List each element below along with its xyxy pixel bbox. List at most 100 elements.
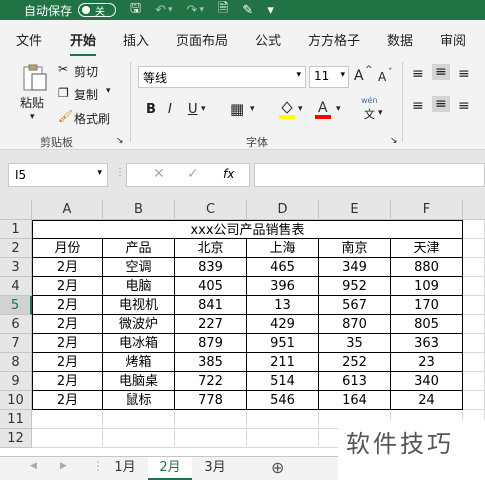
row-header-10[interactable]: 10: [0, 391, 32, 410]
spreadsheet-grid[interactable]: A B C D E F 1 2 3 4 5 6 7 8 9 10 11 12 xxx公司产品销售表 月份…: [0, 200, 485, 456]
cut-button[interactable]: 剪切: [74, 63, 98, 80]
row-header-8[interactable]: 8: [0, 353, 32, 372]
table-cell[interactable]: 396: [247, 277, 319, 296]
header-cell[interactable]: 上海: [247, 239, 319, 258]
tab-file[interactable]: 文件: [16, 30, 42, 49]
table-cell[interactable]: 电视机: [103, 296, 175, 315]
empty-cell[interactable]: [463, 277, 485, 296]
borders-dropdown-icon[interactable]: ▾: [250, 104, 255, 114]
sheet-tab-jan[interactable]: 1月: [104, 457, 146, 480]
table-cell[interactable]: 514: [247, 372, 319, 391]
table-cell[interactable]: 465: [247, 258, 319, 277]
redo-icon[interactable]: ↷: [187, 3, 198, 18]
tab-formulas[interactable]: 公式: [255, 30, 281, 49]
align-top-icon[interactable]: ≡: [412, 66, 424, 82]
table-cell[interactable]: 2月: [32, 258, 103, 277]
sheet-tab-mar[interactable]: 3月: [194, 457, 236, 480]
paste-icon[interactable]: [20, 64, 50, 92]
format-painter-button[interactable]: 格式刷: [74, 110, 110, 127]
column-header-f[interactable]: F: [391, 200, 463, 220]
empty-cell[interactable]: [463, 239, 485, 258]
scroll-left-icon[interactable]: ◀: [30, 461, 37, 471]
sheet-title-cell[interactable]: xxx公司产品销售表: [32, 220, 463, 239]
table-cell[interactable]: 546: [247, 391, 319, 410]
column-header-e[interactable]: E: [319, 200, 391, 220]
copy-dropdown-icon[interactable]: ▾: [106, 86, 111, 96]
phonetic-button[interactable]: 文: [364, 106, 375, 122]
header-cell[interactable]: 产品: [103, 239, 175, 258]
table-cell[interactable]: 613: [319, 372, 391, 391]
table-cell[interactable]: 880: [391, 258, 463, 277]
table-cell[interactable]: 839: [175, 258, 247, 277]
underline-button[interactable]: U: [188, 102, 198, 117]
header-cell[interactable]: 北京: [175, 239, 247, 258]
table-cell[interactable]: 778: [175, 391, 247, 410]
table-cell[interactable]: 2月: [32, 334, 103, 353]
scroll-right-icon[interactable]: ▶: [60, 461, 67, 471]
tab-page-layout[interactable]: 页面布局: [176, 30, 228, 49]
redo-dropdown-icon[interactable]: ▾: [199, 5, 204, 15]
empty-cell[interactable]: [463, 258, 485, 277]
row-header-11[interactable]: 11: [0, 410, 32, 429]
file-icon[interactable]: 🗎: [218, 0, 228, 21]
empty-cell[interactable]: [463, 353, 485, 372]
sheet-tab-feb[interactable]: 2月: [148, 457, 192, 480]
shrink-font-button[interactable]: A: [378, 70, 386, 84]
empty-cell[interactable]: [175, 410, 247, 429]
row-header-5[interactable]: 5: [0, 296, 32, 315]
row-header-1[interactable]: 1: [0, 220, 32, 239]
table-cell[interactable]: 烤箱: [103, 353, 175, 372]
column-header-b[interactable]: B: [103, 200, 175, 220]
select-all-corner[interactable]: [0, 200, 32, 220]
grow-font-button[interactable]: A: [354, 68, 364, 84]
column-header-a[interactable]: A: [32, 200, 103, 220]
font-color-dropdown-icon[interactable]: ▾: [336, 104, 341, 114]
table-cell[interactable]: 2月: [32, 391, 103, 410]
align-bottom-icon[interactable]: ≡: [458, 66, 470, 82]
column-header-c[interactable]: C: [175, 200, 247, 220]
autosave-toggle[interactable]: 关: [78, 3, 117, 18]
customize-toolbar-icon[interactable]: ▾: [267, 3, 274, 18]
paste-button[interactable]: 粘贴: [20, 94, 44, 111]
undo-dropdown-icon[interactable]: ▾: [168, 5, 173, 15]
empty-cell[interactable]: [463, 334, 485, 353]
table-cell[interactable]: 13: [247, 296, 319, 315]
row-header-12[interactable]: 12: [0, 429, 32, 448]
tab-review[interactable]: 审阅: [440, 30, 466, 49]
name-box[interactable]: I5 ▾: [8, 163, 108, 187]
cancel-icon[interactable]: ✕: [153, 166, 165, 182]
align-right-icon[interactable]: ≡: [458, 98, 470, 114]
table-cell[interactable]: 170: [391, 296, 463, 315]
table-cell[interactable]: 567: [319, 296, 391, 315]
table-cell[interactable]: 952: [319, 277, 391, 296]
header-cell[interactable]: 南京: [319, 239, 391, 258]
table-cell[interactable]: 164: [319, 391, 391, 410]
phonetic-dropdown-icon[interactable]: ▾: [378, 108, 383, 118]
table-cell[interactable]: 2月: [32, 353, 103, 372]
tab-data[interactable]: 数据: [387, 30, 413, 49]
table-cell[interactable]: 349: [319, 258, 391, 277]
table-cell[interactable]: 微波炉: [103, 315, 175, 334]
font-color-icon[interactable]: A: [314, 98, 332, 120]
table-cell[interactable]: 2月: [32, 277, 103, 296]
undo-icon[interactable]: ↶: [155, 3, 166, 18]
table-cell[interactable]: 24: [391, 391, 463, 410]
empty-cell[interactable]: [463, 296, 485, 315]
tab-home[interactable]: 开始: [70, 30, 97, 56]
italic-button[interactable]: I: [168, 102, 172, 117]
header-cell[interactable]: 天津: [391, 239, 463, 258]
formula-input[interactable]: [254, 163, 485, 187]
table-cell[interactable]: 电冰箱: [103, 334, 175, 353]
tab-fangfang[interactable]: 方方格子: [308, 30, 360, 49]
table-cell[interactable]: 空调: [103, 258, 175, 277]
table-cell[interactable]: 109: [391, 277, 463, 296]
table-cell[interactable]: 35: [319, 334, 391, 353]
align-left-icon[interactable]: ≡: [412, 98, 424, 114]
font-size-select[interactable]: 11 ▾: [309, 66, 349, 88]
table-cell[interactable]: 429: [247, 315, 319, 334]
table-cell[interactable]: 805: [391, 315, 463, 334]
borders-icon[interactable]: ▦: [230, 100, 244, 118]
align-center-icon[interactable]: ≡: [432, 96, 450, 112]
empty-cell[interactable]: [463, 315, 485, 334]
row-header-2[interactable]: 2: [0, 239, 32, 258]
